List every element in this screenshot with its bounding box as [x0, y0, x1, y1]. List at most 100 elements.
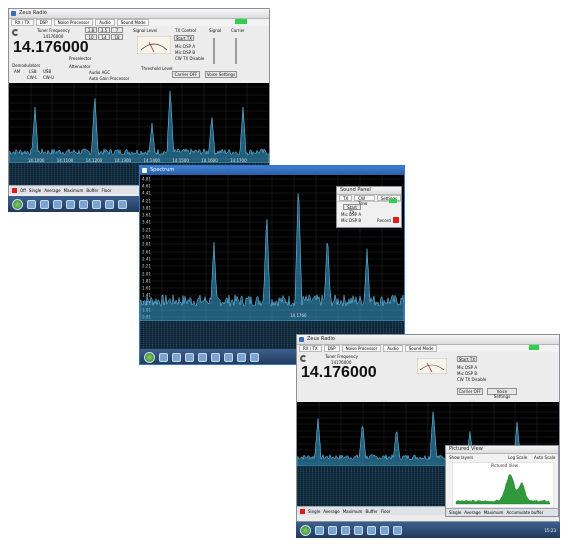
carrier-off-button[interactable]: Carrier OFF — [457, 388, 483, 395]
mode-lsb[interactable]: LSB — [29, 69, 37, 74]
record-button[interactable] — [393, 217, 399, 223]
start-button[interactable] — [300, 524, 311, 536]
show-layers-label[interactable]: Show layers — [449, 455, 473, 460]
taskbar-app-icon[interactable] — [79, 199, 88, 209]
status-maximum[interactable]: Maximum — [343, 509, 363, 514]
taskbar-app-icon[interactable] — [198, 352, 207, 362]
taskbar-app-icon[interactable] — [27, 199, 36, 209]
taskbar-app-icon[interactable] — [211, 352, 220, 362]
taskbar-app-icon[interactable] — [172, 352, 181, 362]
tuner-label: Tuner Frequency — [37, 28, 70, 33]
auto-gain-label[interactable]: Auto Gain Processor — [89, 76, 129, 81]
band-button-2[interactable]: 3.5 — [98, 27, 110, 33]
frequency-display[interactable]: 14.176000 — [301, 364, 377, 382]
menu-sound[interactable]: Sound Mode — [404, 345, 438, 352]
band-button-6[interactable]: 18 — [111, 34, 123, 40]
taskbar-app-icon[interactable] — [185, 352, 194, 362]
status-maximum[interactable]: Maximum — [64, 188, 84, 193]
footer-accumulate[interactable]: Accumulate buffer — [506, 510, 543, 515]
carrier-off-button[interactable]: Carrier OFF — [172, 71, 200, 78]
menu-sound[interactable]: Sound Mode — [116, 19, 150, 26]
dialog-record[interactable]: Record — [377, 218, 391, 223]
start-button[interactable] — [12, 198, 23, 210]
status-buffer[interactable]: Buffer — [365, 509, 377, 514]
status-floor[interactable]: Floor — [102, 188, 112, 193]
mic-dsp-a[interactable]: Mic DSP A — [175, 44, 195, 49]
tab-cw-tone[interactable]: CW Tone — [354, 195, 375, 206]
taskbar-app-icon[interactable] — [159, 352, 168, 362]
band-button-1[interactable]: 1.8 — [85, 27, 97, 33]
menu-audio[interactable]: Audio — [383, 345, 403, 352]
taskbar-app-icon[interactable] — [66, 199, 75, 209]
taskbar-app-icon[interactable] — [328, 525, 337, 535]
refresh-icon[interactable] — [12, 29, 19, 36]
status-single[interactable]: Single — [308, 509, 320, 514]
dialog-mic-dsp-a[interactable]: Mic DSP A — [341, 212, 361, 217]
status-average[interactable]: Average — [323, 509, 339, 514]
voice-settings-button[interactable]: Voice Settings — [487, 388, 517, 399]
refresh-icon[interactable] — [300, 355, 307, 362]
taskbar-app-icon[interactable] — [315, 525, 324, 535]
start-tx-button[interactable]: Start TX — [457, 356, 477, 362]
status-floor[interactable]: Floor — [381, 509, 391, 514]
taskbar-app-icon[interactable] — [53, 199, 62, 209]
signal-slider[interactable] — [213, 38, 215, 64]
taskbar-app-icon[interactable] — [40, 199, 49, 209]
start-button[interactable] — [144, 351, 155, 363]
record-indicator[interactable] — [300, 508, 305, 514]
auto-scale-checkbox[interactable]: Auto Scale — [534, 455, 555, 460]
footer-single[interactable]: Single — [449, 510, 461, 515]
audio-agc-label[interactable]: Audio AGC — [89, 70, 110, 75]
mode-usb[interactable]: USB — [43, 69, 51, 74]
power-indicator — [529, 345, 539, 350]
taskbar-app-icon[interactable] — [118, 199, 127, 209]
carrier-slider[interactable] — [235, 38, 237, 64]
dialog-mic-dsp-b[interactable]: Mic DSP B — [341, 218, 361, 223]
voice-settings-button[interactable]: Voice Settings — [205, 71, 237, 78]
mode-am[interactable]: AM — [14, 69, 20, 74]
log-scale-checkbox[interactable]: Log Scale — [508, 455, 527, 460]
taskbar-app-icon[interactable] — [367, 525, 376, 535]
band-button-5[interactable]: 14 — [98, 34, 110, 40]
mic-dsp-a[interactable]: Mic DSP A — [457, 365, 477, 370]
menu-dsp[interactable]: DSP — [323, 345, 340, 352]
start-tx-button[interactable]: Start TX — [174, 35, 194, 41]
band-button-4[interactable]: 10 — [85, 34, 97, 40]
menu-audio[interactable]: Audio — [95, 19, 115, 26]
taskbar-app-icon[interactable] — [92, 199, 101, 209]
record-indicator[interactable] — [12, 187, 17, 193]
mic-dsp-b[interactable]: Mic DSP B — [457, 371, 477, 376]
taskbar-app-icon[interactable] — [224, 352, 233, 362]
status-average[interactable]: Average — [44, 188, 60, 193]
attenuator-label[interactable]: Attenuator — [69, 64, 90, 69]
taskbar-app-icon[interactable] — [237, 352, 246, 362]
menu-noise[interactable]: Noise Processor — [341, 345, 382, 352]
mic-dsp-b[interactable]: Mic DSP B — [175, 50, 195, 55]
status-buffer[interactable]: Buffer — [86, 188, 98, 193]
footer-average[interactable]: Average — [464, 510, 480, 515]
menu-rxtx[interactable]: RX / TX — [299, 345, 322, 352]
band-button-3[interactable]: 7 — [111, 27, 123, 33]
preselector-label[interactable]: Preselector — [69, 56, 91, 61]
taskbar-app-icon[interactable] — [354, 525, 363, 535]
taskbar-app-icon[interactable] — [380, 525, 389, 535]
tab-tx[interactable]: TX — [339, 195, 353, 201]
status-off[interactable]: Off — [20, 188, 26, 193]
footer-maximum[interactable]: Maximum — [484, 510, 504, 515]
cw-tx-disable[interactable]: CW TX Disable — [457, 377, 486, 382]
mode-cwu[interactable]: CW-U — [43, 75, 54, 80]
menu-noise[interactable]: Noise Processor — [53, 19, 94, 26]
dialog-start-tx-button[interactable]: Start TX — [343, 204, 361, 215]
cw-tx-disable[interactable]: CW TX Disable — [175, 56, 204, 61]
status-single[interactable]: Single — [29, 188, 41, 193]
taskbar-3: 15:23 — [296, 522, 560, 538]
frequency-display[interactable]: 14.176000 — [13, 39, 89, 57]
spectrum-display[interactable]: 14.1000 14.1100 14.1200 14.1300 14.1400 14.15… — [9, 83, 269, 163]
menu-dsp[interactable]: DSP — [35, 19, 52, 26]
menu-rxtx[interactable]: RX / TX — [11, 19, 34, 26]
taskbar-app-icon[interactable] — [105, 199, 114, 209]
taskbar-app-icon[interactable] — [250, 352, 259, 362]
taskbar-app-icon[interactable] — [393, 525, 402, 535]
taskbar-app-icon[interactable] — [341, 525, 350, 535]
mode-cwl[interactable]: CW-L — [27, 75, 37, 80]
